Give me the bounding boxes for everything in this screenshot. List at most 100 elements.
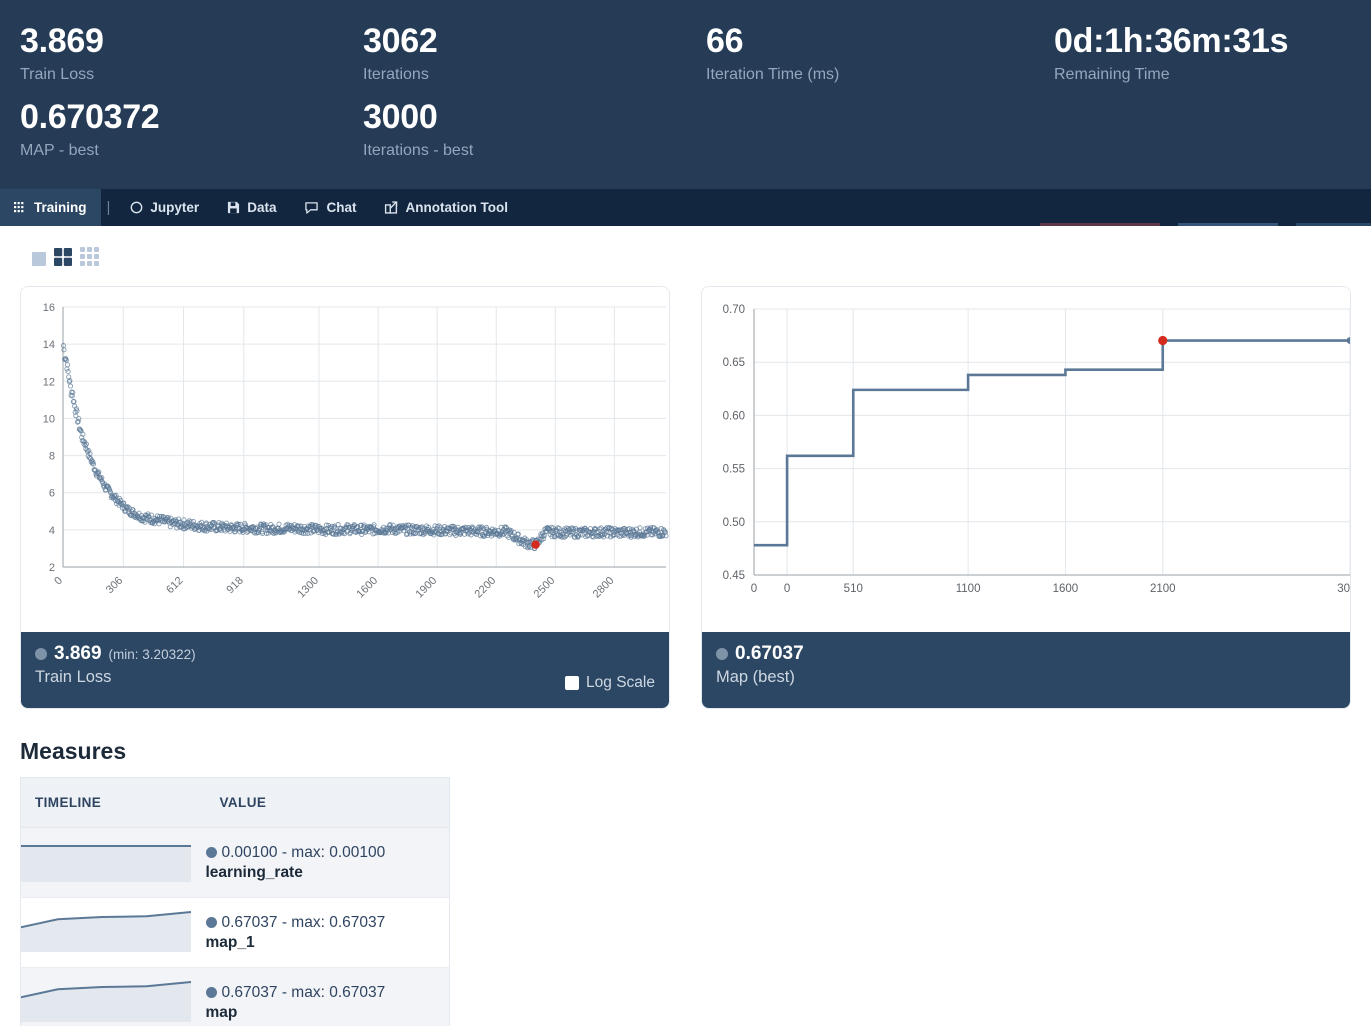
tab-training[interactable]: Training	[0, 189, 101, 226]
stat-value: 3062	[363, 22, 438, 60]
map-best-current: 0.67037	[716, 643, 1336, 665]
train-loss-plot[interactable]: 2 4 6 8 10 12 14 16 0 306 612 918 1300 1600 1900 2200 25…	[21, 287, 669, 632]
value-summary: 0.00100 - max: 0.00100	[205, 843, 450, 862]
sparkline-learning-rate	[20, 845, 191, 882]
train-loss-name: Train Loss	[35, 668, 112, 686]
map-best-svg: 0.45 0.50 0.55 0.60 0.65 0.70 0 0 510 1100 1600 210…	[723, 304, 1351, 595]
chat-bubble-icon	[304, 201, 319, 214]
table-row[interactable]: 0.67037 - max: 0.67037 map_1	[20, 897, 450, 968]
column-header-value[interactable]: VALUE	[205, 777, 450, 828]
stat-value: 66	[706, 22, 744, 60]
svg-text:2: 2	[49, 562, 55, 574]
svg-text:12: 12	[43, 376, 55, 388]
table-row[interactable]: 0.67037 - max: 0.67037 map	[20, 967, 450, 1026]
svg-text:612: 612	[164, 575, 185, 596]
svg-text:0.55: 0.55	[723, 464, 745, 476]
progress-segment-b	[1178, 223, 1278, 226]
svg-text:1600: 1600	[1053, 583, 1079, 595]
stat-label: Iterations - best	[363, 142, 474, 159]
table-row[interactable]: 0.00100 - max: 0.00100 learning_rate	[20, 827, 450, 898]
svg-text:3062: 3062	[1337, 583, 1351, 595]
svg-text:918: 918	[224, 575, 245, 596]
grid-dots-icon	[14, 201, 27, 214]
svg-text:0.45: 0.45	[723, 570, 745, 582]
column-header-timeline[interactable]: TIMELINE	[20, 777, 206, 828]
train-loss-footer: 3.869 (min: 3.20322) Train Loss Log Scal…	[21, 632, 669, 708]
svg-text:1100: 1100	[956, 583, 981, 595]
tab-data[interactable]: Data	[213, 189, 290, 226]
stats-grid: 3.869 Train Loss 3062 Iterations 66 Iter…	[0, 18, 1371, 162]
log-scale-toggle[interactable]: Log Scale	[565, 674, 655, 692]
svg-text:0: 0	[784, 583, 790, 595]
measures-title: Measures	[20, 738, 127, 764]
layout-1-column-button[interactable]	[32, 252, 46, 271]
tab-label: Data	[247, 200, 277, 215]
stat-value: 3000	[363, 98, 438, 136]
tab-label: Annotation Tool	[405, 200, 508, 215]
main-nav: Training | Jupyter Data Chat Annotation …	[0, 189, 1371, 226]
svg-text:2200: 2200	[473, 575, 499, 601]
svg-text:2100: 2100	[1150, 583, 1176, 595]
series-color-dot	[205, 847, 217, 858]
map-best-name: Map (best)	[716, 668, 795, 686]
map-best-card: 0.45 0.50 0.55 0.60 0.65 0.70 0 0 510 1100 1600 210…	[701, 286, 1351, 709]
stat-label: Iterations	[363, 66, 429, 83]
sparkline-cell	[20, 967, 206, 1026]
log-scale-checkbox[interactable]	[565, 676, 580, 690]
stat-label: Train Loss	[20, 66, 95, 83]
tab-jupyter[interactable]: Jupyter	[116, 189, 213, 226]
save-icon	[227, 201, 240, 214]
tab-label: Chat	[326, 200, 357, 215]
layout-3x3-grid-button[interactable]	[80, 247, 99, 271]
svg-text:16: 16	[43, 302, 55, 314]
layout-2x2-grid-button[interactable]	[54, 248, 72, 271]
svg-text:1300: 1300	[295, 575, 321, 601]
map-best-footer: 0.67037 Map (best)	[702, 632, 1350, 708]
progress-strip	[1040, 223, 1371, 226]
svg-text:6: 6	[49, 488, 55, 500]
sparkline-cell	[20, 897, 206, 968]
tab-label: Jupyter	[150, 200, 200, 215]
measure-name: map	[205, 1003, 238, 1021]
train-loss-min: (min: 3.20322)	[108, 646, 196, 662]
measures-table: TIMELINE VALUE 0.00100 - max: 0.00100 le…	[20, 777, 450, 1026]
charts-row: 2 4 6 8 10 12 14 16 0 306 612 918 1300 1600 1900 2200 25…	[20, 286, 1351, 709]
svg-text:0: 0	[52, 575, 65, 588]
value-cell: 0.00100 - max: 0.00100 learning_rate	[205, 827, 450, 898]
svg-text:1600: 1600	[354, 575, 380, 601]
svg-text:0: 0	[751, 583, 757, 595]
svg-text:306: 306	[104, 575, 125, 596]
map-best-plot[interactable]: 0.45 0.50 0.55 0.60 0.65 0.70 0 0 510 1100 1600 210…	[702, 287, 1350, 632]
series-color-dot	[205, 917, 217, 928]
svg-text:10: 10	[43, 413, 55, 425]
train-loss-current: 3.869 (min: 3.20322)	[35, 643, 655, 665]
value-text: 0.00100 - max: 0.00100	[221, 843, 386, 861]
progress-segment-c	[1296, 223, 1371, 226]
svg-text:4: 4	[49, 525, 55, 537]
series-color-dot	[205, 987, 217, 998]
stat-value: 0.670372	[20, 98, 160, 136]
tab-annotation-tool[interactable]: Annotation Tool	[370, 189, 521, 226]
svg-text:1900: 1900	[413, 575, 439, 601]
value-cell: 0.67037 - max: 0.67037 map	[205, 967, 450, 1026]
table-header-row: TIMELINE VALUE	[20, 777, 450, 828]
svg-text:510: 510	[844, 583, 863, 595]
svg-text:2500: 2500	[532, 575, 558, 601]
train-loss-card: 2 4 6 8 10 12 14 16 0 306 612 918 1300 1600 1900 2200 25…	[20, 286, 670, 709]
circle-icon	[130, 201, 143, 214]
progress-segment-gap	[1160, 223, 1178, 226]
svg-text:2800: 2800	[591, 575, 617, 601]
map-best-value: 0.67037	[735, 643, 804, 664]
stat-iterations: 3062 Iterations	[343, 18, 686, 86]
svg-text:14: 14	[43, 339, 55, 351]
stat-map-best: 0.670372 MAP - best	[0, 86, 343, 162]
nav-divider: |	[106, 199, 111, 216]
stat-label: Iteration Time (ms)	[706, 66, 840, 83]
progress-segment-a	[1040, 223, 1160, 226]
train-loss-value: 3.869	[54, 643, 102, 664]
svg-text:0.70: 0.70	[723, 304, 745, 316]
stat-remaining-time: 0d:1h:36m:31s Remaining Time	[1034, 18, 1371, 86]
value-text: 0.67037 - max: 0.67037	[221, 983, 386, 1001]
tab-chat[interactable]: Chat	[290, 189, 370, 226]
svg-text:8: 8	[49, 451, 55, 463]
